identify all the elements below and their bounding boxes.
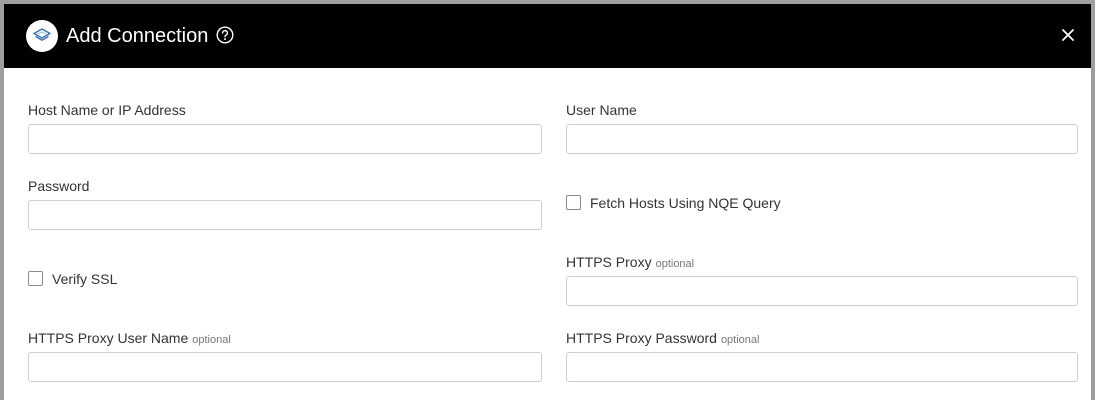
proxy-user-name-input[interactable] <box>28 352 542 382</box>
proxy-password-label-text: HTTPS Proxy Password <box>566 330 717 346</box>
optional-tag: optional <box>720 334 760 346</box>
host-name-label: Host Name or IP Address <box>28 102 186 118</box>
optional-tag: optional <box>192 334 231 346</box>
user-name-input[interactable] <box>566 124 1078 154</box>
host-name-input[interactable] <box>28 124 542 154</box>
https-proxy-input[interactable] <box>566 276 1078 306</box>
proxy-password-label: HTTPS Proxy Password optional <box>566 329 759 349</box>
add-connection-dialog: Add Connection Host Name or IP Address U… <box>0 0 1095 400</box>
verify-ssl-checkbox[interactable] <box>28 271 43 286</box>
help-circle-icon[interactable] <box>216 26 234 44</box>
proxy-user-name-label-text: HTTPS Proxy User Name <box>28 330 189 346</box>
user-name-label: User Name <box>566 102 637 118</box>
password-label: Password <box>28 178 90 194</box>
dialog-title: Add Connection <box>66 25 209 47</box>
verify-ssl-label: Verify SSL <box>52 271 118 287</box>
proxy-user-name-label: HTTPS Proxy User Name optional <box>28 329 231 349</box>
password-input[interactable] <box>28 200 542 230</box>
layers-logo-icon <box>26 20 58 52</box>
close-icon[interactable] <box>1059 26 1077 44</box>
https-proxy-label: HTTPS Proxy optional <box>566 253 694 273</box>
proxy-password-input[interactable] <box>566 352 1078 382</box>
optional-tag: optional <box>655 258 695 270</box>
https-proxy-label-text: HTTPS Proxy <box>566 254 652 270</box>
dialog-header: Add Connection <box>4 4 1091 68</box>
fetch-hosts-checkbox[interactable] <box>566 195 581 210</box>
fetch-hosts-label: Fetch Hosts Using NQE Query <box>590 195 781 211</box>
